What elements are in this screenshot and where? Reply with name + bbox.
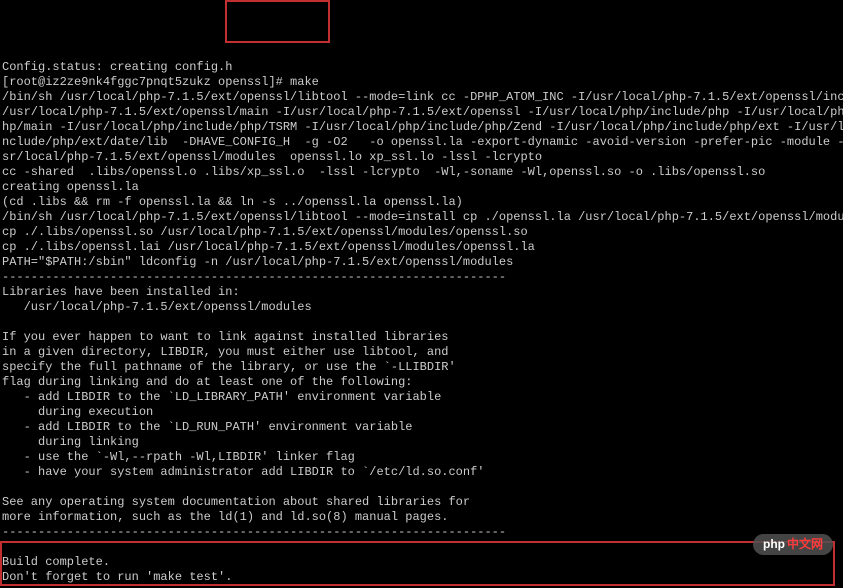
terminal-line: during linking <box>2 435 841 450</box>
terminal-line: ----------------------------------------… <box>2 270 841 285</box>
terminal-line: cc -shared .libs/openssl.o .libs/xp_ssl.… <box>2 165 841 180</box>
terminal-line: [root@iz2ze9nk4fggc7pnqt5zukz openssl]# … <box>2 75 841 90</box>
watermark-badge: php中文网 <box>753 534 833 555</box>
terminal-viewport[interactable]: Config.status: creating config.h[root@iz… <box>0 0 843 588</box>
terminal-line: /usr/local/php-7.1.5/ext/openssl/main -I… <box>2 105 841 120</box>
terminal-line: Config.status: creating config.h <box>2 60 841 75</box>
terminal-line: (cd .libs && rm -f openssl.la && ln -s .… <box>2 195 841 210</box>
terminal-line: hp/main -I/usr/local/php/include/php/TSR… <box>2 120 841 135</box>
terminal-line: - add LIBDIR to the `LD_RUN_PATH' enviro… <box>2 420 841 435</box>
highlight-box-top <box>225 0 330 43</box>
terminal-line: - add LIBDIR to the `LD_LIBRARY_PATH' en… <box>2 390 841 405</box>
terminal-line: flag during linking and do at least one … <box>2 375 841 390</box>
terminal-line: - have your system administrator add LIB… <box>2 465 841 480</box>
terminal-line: cp ./.libs/openssl.so /usr/local/php-7.1… <box>2 225 841 240</box>
terminal-line: nclude/php/ext/date/lib -DHAVE_CONFIG_H … <box>2 135 841 150</box>
badge-left: php <box>763 537 785 551</box>
terminal-line: /bin/sh /usr/local/php-7.1.5/ext/openssl… <box>2 90 841 105</box>
terminal-line: Build complete. <box>2 555 841 570</box>
terminal-line: ----------------------------------------… <box>2 525 841 540</box>
terminal-line: Libraries have been installed in: <box>2 285 841 300</box>
terminal-line: /bin/sh /usr/local/php-7.1.5/ext/openssl… <box>2 210 841 225</box>
terminal-line <box>2 480 841 495</box>
terminal-line: See any operating system documentation a… <box>2 495 841 510</box>
terminal-line: specify the full pathname of the library… <box>2 360 841 375</box>
terminal-line: /usr/local/php-7.1.5/ext/openssl/modules <box>2 300 841 315</box>
terminal-line: creating openssl.la <box>2 180 841 195</box>
terminal-lines: Config.status: creating config.h[root@iz… <box>2 60 841 588</box>
terminal-line: Don't forget to run 'make test'. <box>2 570 841 585</box>
terminal-line: If you ever happen to want to link again… <box>2 330 841 345</box>
terminal-line: during execution <box>2 405 841 420</box>
terminal-line: cp ./.libs/openssl.lai /usr/local/php-7.… <box>2 240 841 255</box>
terminal-line: sr/local/php-7.1.5/ext/openssl/modules o… <box>2 150 841 165</box>
terminal-line: more information, such as the ld(1) and … <box>2 510 841 525</box>
terminal-line <box>2 315 841 330</box>
terminal-line: PATH="$PATH:/sbin" ldconfig -n /usr/loca… <box>2 255 841 270</box>
terminal-line: - use the `-Wl,--rpath -Wl,LIBDIR' linke… <box>2 450 841 465</box>
terminal-line <box>2 540 841 555</box>
badge-right: 中文网 <box>787 537 823 551</box>
terminal-line: in a given directory, LIBDIR, you must e… <box>2 345 841 360</box>
